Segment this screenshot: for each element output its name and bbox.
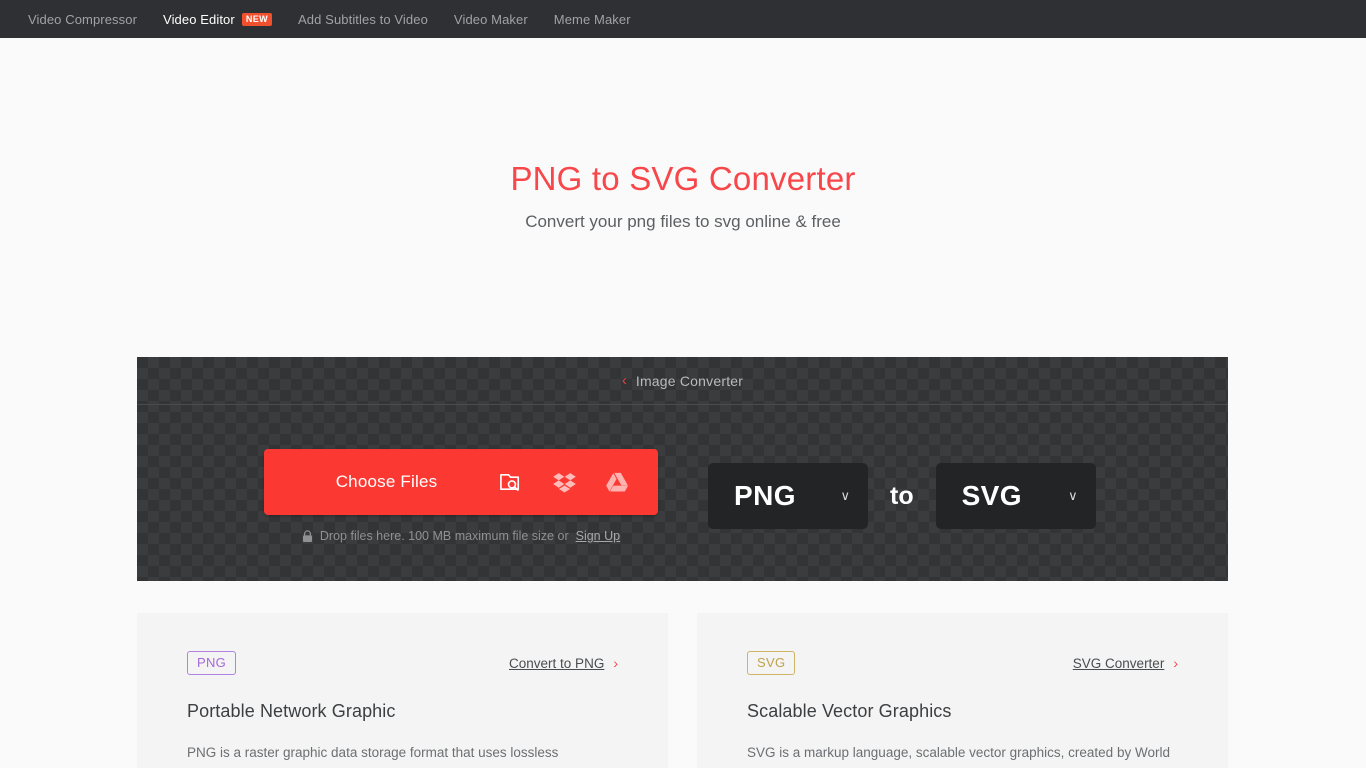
format-badge-svg: SVG [747,651,796,675]
page-subtitle: Convert your png files to svg online & f… [525,212,841,231]
convert-to-png-link[interactable]: Convert to PNG › [509,655,618,671]
nav-label: Video Maker [453,11,528,27]
nav-item-video-maker[interactable]: Video Maker [454,12,528,27]
chevron-right-icon: › [1173,655,1178,671]
nav-label: Meme Maker [553,11,631,27]
drop-files-note: Drop files here. 100 MB maximum file siz… [264,529,658,543]
svg-info-card: SVG SVG Converter › Scalable Vector Grap… [697,613,1228,768]
nav-label: Video Compressor [28,11,138,27]
source-format-dropdown[interactable]: PNG ∨ [708,463,868,529]
format-selectors: PNG ∨ to SVG ∨ [708,463,1096,529]
chevron-right-icon: › [613,655,618,671]
back-chevron-icon[interactable]: ‹ [622,373,627,388]
lock-icon [302,529,312,542]
panel-header-label[interactable]: Image Converter [636,373,743,389]
sign-up-link[interactable]: Sign Up [576,529,620,543]
format-badge-png: PNG [187,651,237,675]
google-drive-icon[interactable] [605,470,630,495]
target-format-value: SVG [961,480,1022,511]
card-header: PNG Convert to PNG › [187,651,618,675]
new-badge: NEW [241,12,273,26]
card-link-label: SVG Converter [1072,655,1165,671]
drop-note-text: Drop files here. 100 MB maximum file siz… [319,529,569,543]
upload-source-icons [499,470,658,495]
card-description: SVG is a markup language, scalable vecto… [747,745,1173,768]
panel-header: ‹ Image Converter [137,357,1228,405]
top-navigation: Video Compressor Video Editor NEW Add Su… [0,0,1366,38]
to-label: to [890,481,914,510]
svg-converter-link[interactable]: SVG Converter › [1073,655,1178,671]
nav-item-meme-maker[interactable]: Meme Maker [554,12,631,27]
chevron-down-icon: ∨ [1068,488,1078,503]
target-format-dropdown[interactable]: SVG ∨ [935,463,1096,529]
source-format-value: PNG [734,480,796,511]
page-title: PNG to SVG Converter [510,160,856,197]
card-title: Scalable Vector Graphics [747,701,952,721]
folder-search-icon[interactable] [499,470,524,495]
chevron-down-icon: ∨ [840,488,850,503]
png-info-card: PNG Convert to PNG › Portable Network Gr… [137,613,668,768]
dropbox-icon[interactable] [552,470,577,495]
nav-item-video-compressor[interactable]: Video Compressor [28,12,137,27]
card-link-label: Convert to PNG [509,655,605,671]
card-description: PNG is a raster graphic data storage for… [187,745,611,768]
card-header: SVG SVG Converter › [747,651,1178,675]
nav-item-add-subtitles[interactable]: Add Subtitles to Video [298,12,428,27]
nav-item-video-editor[interactable]: Video Editor NEW [163,11,273,27]
card-title: Portable Network Graphic [187,701,396,721]
nav-label: Add Subtitles to Video [298,11,428,27]
choose-files-group: Choose Files Drop files here. 100 MB max… [264,449,658,543]
format-info-cards: PNG Convert to PNG › Portable Network Gr… [137,613,1228,768]
nav-label: Video Editor [163,11,235,27]
choose-files-label: Choose Files [335,472,438,491]
converter-panel: ‹ Image Converter Choose Files Drop file… [137,357,1228,581]
choose-files-button[interactable]: Choose Files [264,449,658,515]
panel-body: Choose Files Drop files here. 100 MB max… [137,405,1228,543]
hero-section: PNG to SVG Converter Convert your png fi… [0,38,1366,232]
